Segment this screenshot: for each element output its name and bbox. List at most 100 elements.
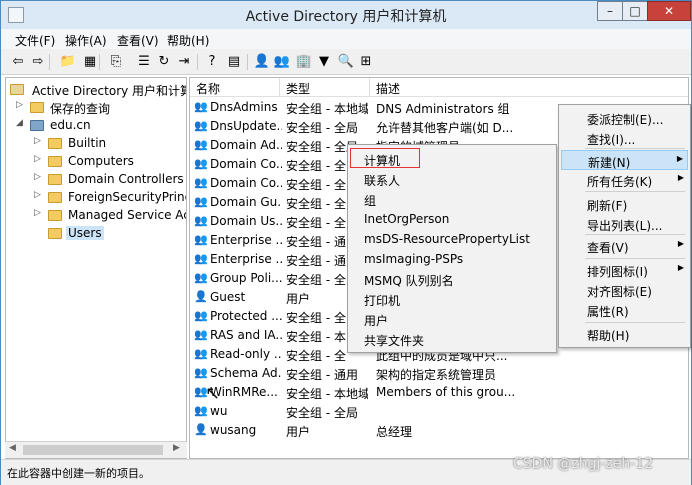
add-to-group-icon[interactable]: ⊞: [357, 53, 375, 71]
table-row[interactable]: 👥 WinRMRe... 安全组 - 本地域 Members of this grou…: [190, 383, 688, 402]
copy-icon[interactable]: ⎘: [107, 53, 125, 71]
new-submenu-item[interactable]: 联系人: [350, 169, 554, 189]
menu-item-label: 帮助(H): [587, 329, 630, 343]
minimize-button[interactable]: –: [597, 1, 623, 21]
tree-saved-queries-label: 保存的查询: [50, 102, 111, 116]
new-submenu-item[interactable]: 用户: [350, 309, 554, 329]
new-submenu: 计算机 联系人组 InetOrgPerson msDS-ResourcePropert…: [347, 144, 557, 353]
new-user-icon[interactable]: 👤: [253, 53, 271, 71]
menu-action[interactable]: 操作(A): [65, 32, 107, 49]
mouse-cursor-icon: ↖: [205, 383, 221, 404]
group-icon: 👥: [194, 195, 208, 208]
column-header-description[interactable]: 描述: [370, 78, 688, 97]
cell-name: Guest: [210, 290, 246, 304]
menu-item-label: msImaging-PSPs: [364, 252, 464, 266]
menu-item-label: InetOrgPerson: [364, 212, 450, 226]
menu-help[interactable]: 帮助(H): [167, 32, 209, 49]
new-group-icon[interactable]: 👥: [273, 53, 291, 71]
tree-item-label: Computers: [68, 154, 134, 168]
maximize-button[interactable]: □: [622, 1, 648, 21]
cell-name: WinRMRe...: [210, 385, 278, 399]
toolbar-separator: [197, 54, 198, 70]
expand-icon[interactable]: ▷: [34, 136, 44, 146]
cell-name: Protected ...: [210, 309, 282, 323]
folder-icon: [48, 138, 62, 149]
tree-horizontal-scrollbar[interactable]: ◀ ▶: [5, 441, 187, 458]
new-submenu-item[interactable]: 共享文件夹: [350, 329, 554, 349]
context-menu-item[interactable]: 所有任务(K) ▶: [561, 170, 688, 190]
help-icon[interactable]: ?: [203, 53, 221, 71]
context-menu-item[interactable]: 排列图标(I) ▶: [561, 260, 688, 280]
new-ou-icon[interactable]: 🏢: [295, 53, 313, 71]
menu-view[interactable]: 查看(V): [117, 32, 159, 49]
menu-item-label: 属性(R): [587, 305, 629, 319]
group-icon: 👥: [194, 252, 208, 265]
table-row[interactable]: 👥 wu 安全组 - 全局: [190, 402, 688, 421]
scroll-thumb[interactable]: [23, 445, 163, 455]
scroll-left-icon[interactable]: ◀: [9, 443, 16, 453]
folder-up-icon[interactable]: 📁: [59, 53, 77, 71]
context-menu-item[interactable]: 查看(V) ▶: [561, 236, 688, 256]
menu-bar: 文件(F) 操作(A) 查看(V) 帮助(H): [1, 29, 691, 49]
table-row[interactable]: 👥 Schema Ad... 安全组 - 通用 架构的指定系统管理员: [190, 364, 688, 383]
find-icon[interactable]: 🔍: [337, 53, 355, 71]
back-arrow-icon[interactable]: ⇦: [9, 53, 27, 71]
cell-name: Domain Co...: [210, 176, 282, 190]
group-icon: 👥: [194, 119, 208, 132]
menu-item-label: 用户: [364, 314, 389, 328]
column-header-name[interactable]: 名称: [190, 78, 280, 97]
expand-icon[interactable]: ▷: [34, 172, 44, 182]
menu-item-label: 联系人: [364, 174, 401, 188]
context-menu-item[interactable]: 新建(N) ▶: [561, 150, 688, 170]
context-menu-item[interactable]: 属性(R): [561, 300, 688, 320]
menu-item-label: msDS-ResourcePropertyList: [364, 232, 530, 246]
scroll-right-icon[interactable]: ▶: [173, 443, 180, 453]
column-header-type[interactable]: 类型: [280, 78, 370, 97]
cell-name: DnsUpdate...: [210, 119, 282, 133]
context-menu-item[interactable]: 帮助(H): [561, 324, 688, 344]
close-button[interactable]: ✕: [647, 1, 691, 21]
new-submenu-item[interactable]: msDS-ResourcePropertyList: [350, 229, 554, 249]
domain-icon: [30, 120, 44, 131]
expand-icon[interactable]: ▷: [34, 190, 44, 200]
menu-item-label: 导出列表(L)...: [587, 219, 663, 233]
collapse-icon[interactable]: ◢: [16, 118, 26, 128]
expand-icon[interactable]: ▷: [34, 154, 44, 164]
expand-icon[interactable]: ▷: [16, 100, 26, 110]
ad-root-icon: [10, 84, 24, 95]
new-submenu-item[interactable]: 组: [350, 189, 554, 209]
new-submenu-item[interactable]: InetOrgPerson: [350, 209, 554, 229]
context-menu-item[interactable]: 刷新(F): [561, 194, 688, 214]
new-submenu-item[interactable]: 打印机: [350, 289, 554, 309]
menu-item-label: 查找(I)...: [587, 133, 636, 147]
expand-icon[interactable]: ▷: [34, 208, 44, 218]
ou-icon: [48, 174, 62, 185]
context-menu-item[interactable]: 对齐图标(E): [561, 280, 688, 300]
cell-name: Read-only ...: [210, 347, 282, 361]
title-bar[interactable]: Active Directory 用户和计算机 – □ ✕: [1, 1, 691, 29]
forward-arrow-icon[interactable]: ⇨: [29, 53, 47, 71]
context-menu-item[interactable]: 查找(I)...: [561, 128, 688, 148]
cell-type: 用户: [286, 425, 311, 439]
cell-name: wusang: [210, 423, 257, 437]
properties-icon[interactable]: ☰: [135, 53, 153, 71]
refresh-icon[interactable]: ↻: [155, 53, 173, 71]
new-submenu-item[interactable]: msImaging-PSPs: [350, 249, 554, 269]
submenu-arrow-icon: ▶: [676, 154, 683, 163]
menu-file[interactable]: 文件(F): [15, 32, 55, 49]
view-icon[interactable]: ▤: [225, 53, 243, 71]
export-icon[interactable]: ⇥: [175, 53, 193, 71]
context-menu-item[interactable]: 导出列表(L)...: [561, 214, 688, 234]
group-icon: 👥: [194, 309, 208, 322]
context-menu-item[interactable]: 委派控制(E)...: [561, 108, 688, 128]
show-tree-icon[interactable]: ▦: [81, 53, 99, 71]
menu-item-label: 打印机: [364, 294, 401, 308]
filter-icon[interactable]: ▼: [315, 53, 333, 71]
new-submenu-item[interactable]: MSMQ 队列别名: [350, 269, 554, 289]
menu-item-label: 刷新(F): [587, 199, 628, 213]
menu-item-label: 共享文件夹: [364, 334, 425, 348]
table-row[interactable]: 👤 wusang 用户 总经理: [190, 421, 688, 440]
submenu-arrow-icon: ▶: [677, 263, 684, 272]
tree-item-label: Users: [66, 226, 104, 240]
tree-root-label: Active Directory 用户和计算机: [32, 84, 187, 98]
